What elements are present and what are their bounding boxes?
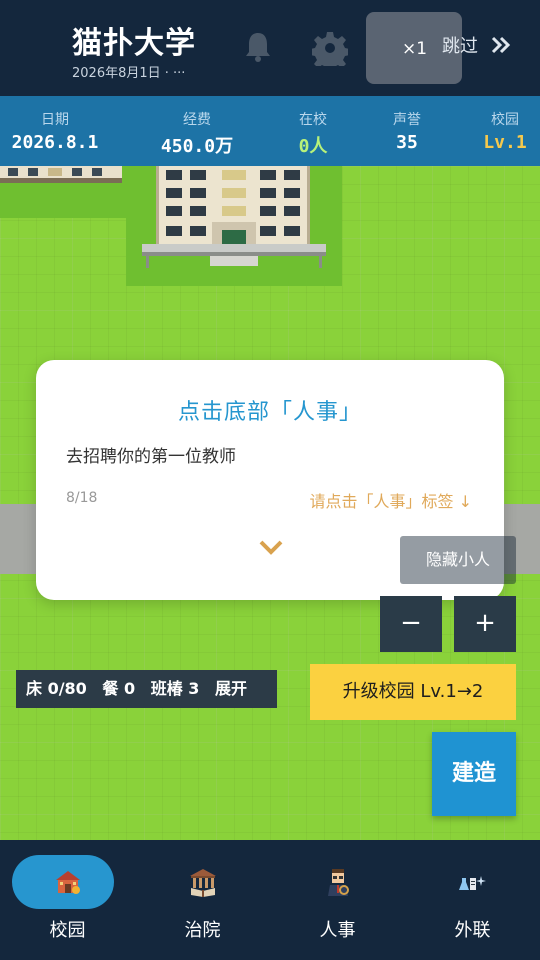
top-header: 猫扑大学 2026年8月1日 · ··· ×1 跳过: [0, 0, 540, 96]
stat-label: 在校: [299, 112, 327, 128]
stat-value: 450.0万: [160, 136, 234, 157]
stat-label: 经费: [183, 112, 211, 128]
beds-count: 床 0/80: [26, 679, 87, 698]
skip-button[interactable]: 跳过: [442, 32, 478, 58]
stat-date: 日期 2026.8.1: [0, 96, 110, 166]
stat-enrolled: 在校 0人: [278, 96, 348, 166]
tab-label: 外联: [454, 920, 491, 941]
tab-label: 人事: [319, 920, 356, 941]
tab-label: 治院: [184, 920, 221, 941]
tutorial-text: 去招聘你的第一位教师: [66, 447, 236, 467]
university-name: 猫扑大学: [72, 26, 196, 61]
stat-campus-level: 校园 Lv.1: [470, 96, 540, 166]
tab-external[interactable]: 外联: [405, 840, 540, 960]
tab-governance[interactable]: 治院: [135, 840, 270, 960]
tab-campus[interactable]: 校园: [0, 840, 135, 960]
stat-label: 日期: [41, 112, 69, 128]
bell-icon[interactable]: [242, 30, 274, 64]
speed-label: ×1: [402, 39, 428, 59]
tutorial-hint: 请点击「人事」标签 ↓: [309, 492, 473, 511]
zoom-out-button[interactable]: −: [380, 596, 442, 652]
teacher-icon: [328, 869, 349, 896]
class-slots: 班椿 3: [150, 679, 200, 698]
stat-label: 声誉: [393, 112, 421, 128]
upgrade-campus-button[interactable]: 升级校园 Lv.1→2: [310, 664, 516, 720]
tab-personnel[interactable]: 人事: [270, 840, 405, 960]
small-building[interactable]: [0, 166, 126, 218]
chevron-down-icon[interactable]: [258, 538, 284, 556]
expand-link[interactable]: 展开: [215, 679, 247, 698]
stat-value: 35: [396, 132, 418, 153]
build-button[interactable]: 建造: [432, 732, 516, 816]
bottom-nav: 校园 治院 人事 外联: [0, 840, 540, 960]
lab-flask-icon: [459, 876, 486, 890]
stat-label: 校园: [491, 112, 519, 128]
tutorial-title: 点击底部「人事」: [177, 400, 362, 425]
tab-label: 校园: [49, 920, 86, 941]
library-icon: [190, 869, 216, 897]
stat-reputation: 声誉 35: [372, 96, 442, 166]
stat-value: Lv.1: [483, 132, 527, 153]
stat-funds: 经费 450.0万: [140, 96, 254, 166]
teaching-building[interactable]: [126, 166, 342, 286]
stats-bar: 日期 2026.8.1 经费 450.0万 在校 0人 声誉 35 校园 Lv.…: [0, 96, 540, 166]
gear-icon[interactable]: [312, 30, 348, 66]
current-date-text: 2026年8月1日 · ···: [72, 66, 186, 81]
dining-count: 餐 0: [102, 679, 136, 698]
school-building-icon: [56, 871, 80, 894]
hide-people-button[interactable]: 隐藏小人: [400, 536, 516, 584]
stat-value: 0人: [298, 136, 328, 157]
stat-value: 2026.8.1: [11, 132, 99, 153]
double-chevron-right-icon[interactable]: [490, 35, 512, 55]
tutorial-progress: 8/18: [66, 490, 98, 506]
capacity-summary[interactable]: 床 0/80 餐 0 班椿 3 展开: [16, 670, 277, 708]
zoom-in-button[interactable]: +: [454, 596, 516, 652]
